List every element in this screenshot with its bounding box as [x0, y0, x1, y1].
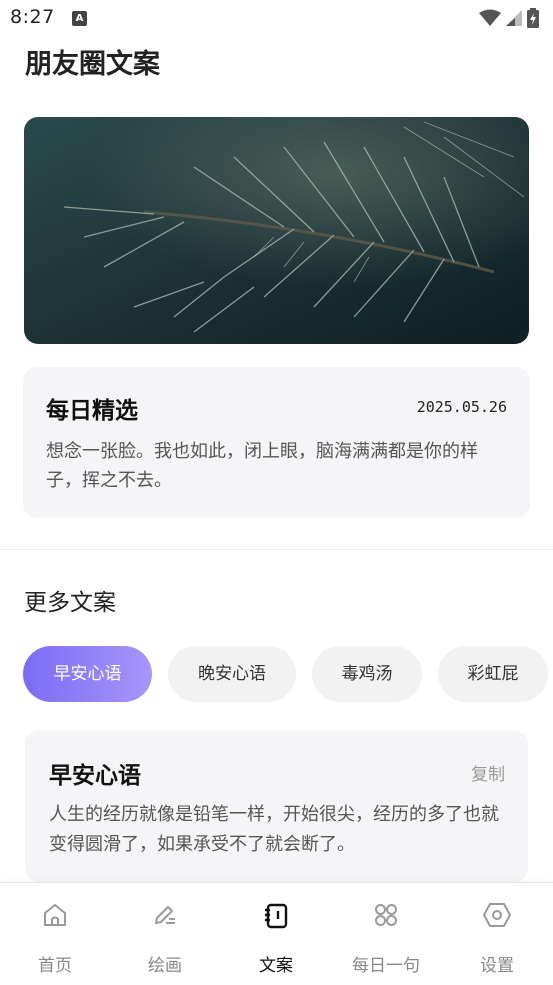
tab-label-home: 首页	[38, 956, 72, 976]
more-copy-title: 更多文案	[24, 590, 116, 616]
signal-icon	[506, 10, 522, 26]
wifi-icon	[479, 9, 501, 26]
copy-card-text: 人生的经历就像是铅笔一样，开始很尖，经历的多了也就变得圆滑了，如果承受不了就会断…	[49, 804, 499, 855]
page-title: 朋友圈文案	[25, 49, 160, 80]
chip-morning[interactable]: 早安心语	[23, 646, 152, 702]
edit-icon	[155, 906, 175, 924]
daily-title: 每日精选	[46, 398, 138, 424]
daily-selection-card: 每日精选 2025.05.26 想念一张脸。我也如此，闭上眼，脑海满满都是你的样…	[23, 367, 530, 518]
settings-icon	[483, 903, 511, 927]
chip-poison-soup[interactable]: 毒鸡汤	[312, 646, 422, 702]
tab-label-draw: 绘画	[148, 956, 182, 976]
tab-draw[interactable]: 绘画	[110, 883, 220, 983]
tab-label-settings: 设置	[480, 956, 514, 976]
daily-date: 2025.05.26	[416, 398, 507, 416]
chip-goodnight[interactable]: 晚安心语	[168, 646, 296, 702]
battery-icon	[527, 8, 539, 28]
status-icons	[479, 8, 539, 28]
tab-daily-quote[interactable]: 每日一句	[331, 883, 441, 983]
chip-rainbow[interactable]: 彩虹屁	[438, 646, 548, 702]
apps-icon	[375, 904, 397, 926]
section-divider	[0, 549, 553, 550]
category-chips: 早安心语 晚安心语 毒鸡汤 彩虹屁	[23, 646, 553, 702]
home-icon	[44, 904, 66, 926]
bottom-tab-bar: 首页 绘画 文案 每日一句 设置	[0, 882, 553, 985]
tab-copywriting[interactable]: 文案	[221, 883, 331, 983]
tab-home[interactable]: 首页	[0, 883, 110, 983]
notification-a-icon: A	[72, 11, 87, 26]
status-bar: 8:27 A	[0, 0, 553, 36]
copy-card: 早安心语 复制 人生的经历就像是铅笔一样，开始很尖，经历的多了也就变得圆滑了，如…	[25, 730, 528, 882]
status-time: 8:27	[10, 6, 55, 28]
tab-label-daily-quote: 每日一句	[352, 956, 420, 976]
daily-text: 想念一张脸。我也如此，闭上眼，脑海满满都是你的样子，挥之不去。	[46, 441, 478, 491]
notebook-icon	[265, 903, 288, 929]
hero-image	[24, 117, 529, 344]
copy-card-title: 早安心语	[49, 763, 141, 789]
tab-settings[interactable]: 设置	[442, 883, 552, 983]
copy-button[interactable]: 复制	[471, 760, 505, 785]
tab-label-copywriting: 文案	[259, 956, 293, 976]
